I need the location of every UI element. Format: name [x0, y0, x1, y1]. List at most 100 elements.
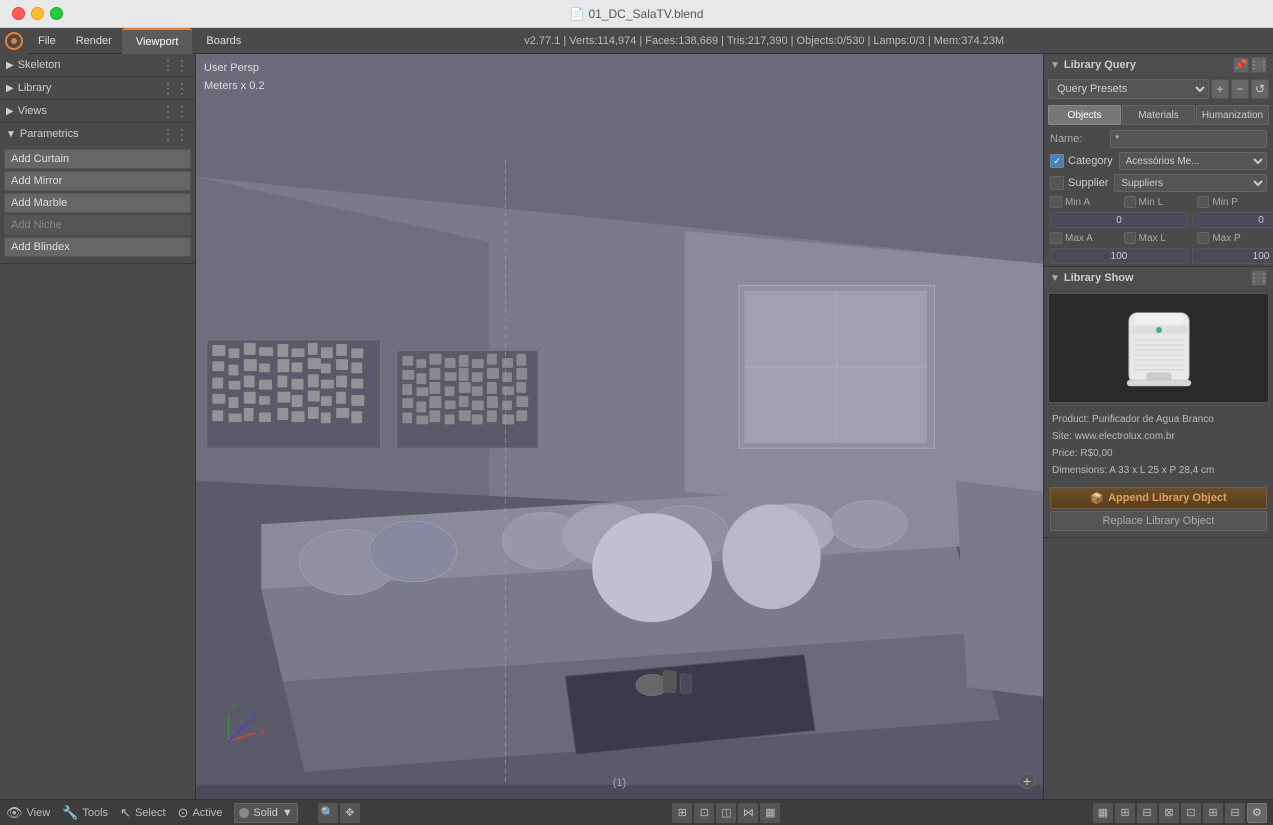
max-a-checkbox[interactable] [1050, 232, 1062, 244]
min-p-item: Min P [1197, 196, 1267, 208]
minimize-button[interactable] [31, 7, 44, 20]
supplier-checkbox[interactable] [1050, 176, 1064, 190]
append-library-button[interactable]: 📦 Append Library Object [1050, 487, 1267, 509]
purifier-preview-svg [1109, 298, 1209, 398]
sidebar-header-parametrics[interactable]: ▼ Parametrics ⋮⋮ [0, 123, 195, 145]
overlay-icon-1[interactable]: ⊞ [672, 803, 692, 823]
max-p-checkbox[interactable] [1197, 232, 1209, 244]
grid-icon[interactable]: ▦ [1093, 803, 1113, 823]
viewport-scale: Meters x 0.2 [204, 78, 265, 96]
grid-icon-4[interactable]: ⊠ [1159, 803, 1179, 823]
query-presets-select[interactable]: Query Presets [1048, 79, 1209, 99]
library-query-header[interactable]: ▼ Library Query 📌 ⋮⋮ [1044, 54, 1273, 76]
viewport-background: X Y Z [196, 54, 1043, 799]
product-name-value: Purificador de Agua Branco [1092, 414, 1214, 425]
overlay-icon-2[interactable]: ⊡ [694, 803, 714, 823]
viewport-mode: User Persp [204, 60, 265, 78]
grid-icon-3[interactable]: ⊟ [1137, 803, 1157, 823]
svg-text:Y: Y [231, 703, 238, 714]
category-checkbox[interactable]: ✓ [1050, 154, 1064, 168]
min-a-checkbox[interactable] [1050, 196, 1062, 208]
overlay-icon-3[interactable]: ◫ [716, 803, 736, 823]
panel-pin-icon[interactable]: 📌 [1233, 57, 1249, 73]
tools-button[interactable]: 🔧 Tools [62, 805, 108, 821]
grid-icon-6[interactable]: ⊞ [1203, 803, 1223, 823]
menu-file[interactable]: File [28, 28, 66, 54]
max-l-checkbox[interactable] [1124, 232, 1136, 244]
max-a-input[interactable] [1050, 248, 1188, 264]
category-select[interactable]: Acessórios Me... [1119, 152, 1267, 170]
min-a-label: Min A [1065, 197, 1090, 208]
query-add-button[interactable]: + [1211, 79, 1229, 99]
query-refresh-icon[interactable]: ↺ [1251, 79, 1269, 99]
price-label: Price: [1052, 448, 1078, 459]
min-l-label: Min L [1139, 197, 1163, 208]
overlay-icon-4[interactable]: ⋈ [738, 803, 758, 823]
menu-render[interactable]: Render [66, 28, 122, 54]
active-icon: ⊙ [178, 805, 189, 821]
sidebar-header-views[interactable]: ▶ Views ⋮⋮ [0, 100, 195, 122]
active-button[interactable]: ⊙ Active [178, 805, 223, 821]
add-marble-button[interactable]: Add Marble [4, 193, 191, 213]
viewport-frame: (1) [613, 777, 626, 789]
mode-dot [239, 808, 249, 818]
tab-viewport[interactable]: Viewport [122, 28, 193, 54]
zoom-icon[interactable]: 🔍 [318, 803, 338, 823]
max-l-input[interactable] [1192, 248, 1273, 264]
sidebar-header-skeleton[interactable]: ▶ Skeleton ⋮⋮ [0, 54, 195, 76]
min-a-item: Min A [1050, 196, 1120, 208]
main-area: ▶ Skeleton ⋮⋮ ▶ Library ⋮⋮ ▶ Views ⋮⋮ ▼ [0, 54, 1273, 799]
category-row: ✓ Category Acessórios Me... [1044, 150, 1273, 172]
pan-icon[interactable]: ✥ [340, 803, 360, 823]
add-blindex-button[interactable]: Add Blindex [4, 237, 191, 257]
add-mirror-button[interactable]: Add Mirror [4, 171, 191, 191]
panel-expand-icon[interactable]: ⋮⋮ [1251, 57, 1267, 73]
library-show-header[interactable]: ▼ Library Show ⋮⋮ [1044, 267, 1273, 289]
add-curtain-button[interactable]: Add Curtain [4, 149, 191, 169]
query-remove-button[interactable]: − [1231, 79, 1249, 99]
tab-materials[interactable]: Materials [1122, 105, 1195, 125]
grid-icon-2[interactable]: ⊞ [1115, 803, 1135, 823]
tab-humanization[interactable]: Humanization [1196, 105, 1269, 125]
blender-logo[interactable] [0, 28, 28, 54]
sidebar-header-library[interactable]: ▶ Library ⋮⋮ [0, 77, 195, 99]
svg-text:X: X [259, 727, 266, 738]
library-show-title: Library Show [1064, 272, 1251, 284]
add-object-button[interactable]: + [1019, 773, 1035, 789]
mode-selector[interactable]: Solid ▼ [234, 803, 297, 823]
max-row: Max A Max L Max P [1044, 230, 1273, 246]
file-icon: 📄 [570, 7, 585, 21]
titlebar: 📄 01_DC_SalaTV.blend [0, 0, 1273, 28]
view-button[interactable]: 👁 View [6, 805, 50, 821]
tools-label: Tools [82, 807, 108, 819]
arrow-icon: ▶ [6, 83, 14, 94]
min-a-input[interactable] [1050, 212, 1188, 228]
tab-boards[interactable]: Boards [192, 28, 255, 54]
supplier-row: Supplier Suppliers [1044, 172, 1273, 194]
panel-show-pin-icon[interactable]: ⋮⋮ [1251, 270, 1267, 286]
window-title: 📄 01_DC_SalaTV.blend [570, 7, 704, 21]
name-field-row: Name: [1044, 128, 1273, 150]
viewport[interactable]: X Y Z User Persp Meters x 0.2 (1) + [196, 54, 1043, 799]
drag-handle-icon: ⋮⋮ [161, 103, 189, 120]
view-label: View [27, 807, 51, 819]
tab-objects[interactable]: Objects [1048, 105, 1121, 125]
min-l-checkbox[interactable] [1124, 196, 1136, 208]
maximize-button[interactable] [50, 7, 63, 20]
close-button[interactable] [12, 7, 25, 20]
settings-icon[interactable]: ⚙ [1247, 803, 1267, 823]
min-p-checkbox[interactable] [1197, 196, 1209, 208]
overlay-icon-5[interactable]: ▦ [760, 803, 780, 823]
name-input[interactable] [1110, 130, 1267, 148]
mode-label: Solid [253, 807, 277, 819]
grid-icon-7[interactable]: ⊟ [1225, 803, 1245, 823]
select-button[interactable]: ↖ Select [120, 805, 165, 821]
grid-icon-5[interactable]: ⊡ [1181, 803, 1201, 823]
min-l-input[interactable] [1192, 212, 1273, 228]
dimensions-value: A 33 x L 25 x P 28,4 cm [1109, 465, 1214, 476]
supplier-select[interactable]: Suppliers [1114, 174, 1267, 192]
drag-handle-icon: ⋮⋮ [161, 126, 189, 143]
max-a-item: Max A [1050, 232, 1120, 244]
add-niche-button[interactable]: Add Niche [4, 215, 191, 235]
replace-library-button[interactable]: Replace Library Object [1050, 511, 1267, 531]
